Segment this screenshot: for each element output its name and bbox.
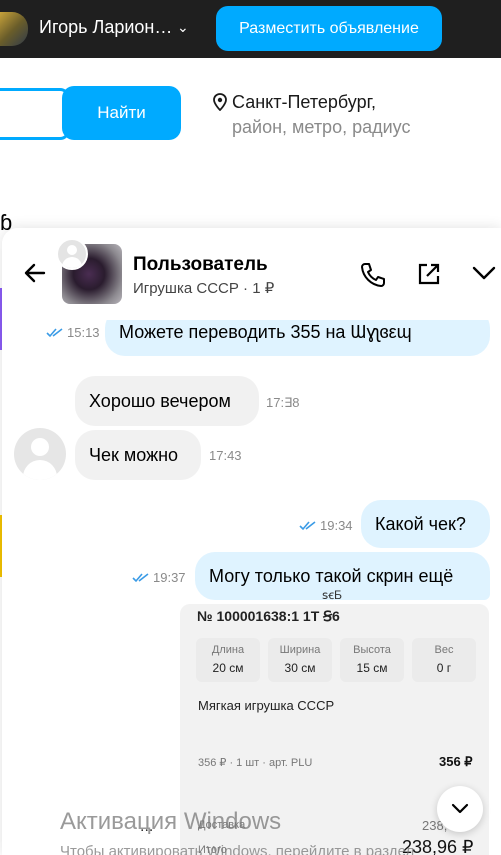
chevron-down-icon[interactable]: ⌄ — [177, 19, 189, 36]
dimension-value: 20 см — [212, 661, 244, 675]
dimension-label: Длина — [211, 644, 245, 656]
receipt-item-line: 356 ₽ · 1 шт · арт. PLU — [198, 757, 313, 769]
receipt-number: № 100001638:1 1T Ꞩ6 — [197, 608, 340, 624]
dimension-value: 30 см — [284, 661, 316, 675]
message-bubble: Чек можно — [75, 430, 201, 480]
receipt-item-title: Мягкая игрушка СССР — [198, 698, 335, 713]
message-bubble: Могу только такой скрин ещё — [195, 552, 490, 600]
double-check-icon — [132, 572, 149, 582]
phone-icon[interactable] — [359, 261, 387, 289]
message-meta: 19:34 — [299, 518, 353, 533]
dimension-cell: Вес 0 г — [412, 638, 476, 682]
message-time: 17:43 — [209, 448, 242, 463]
search-input[interactable] — [0, 88, 70, 140]
windows-activation-subtitle: Чтобы активировать Windows, перейдите в … — [60, 843, 415, 855]
chevron-down-icon[interactable] — [472, 265, 496, 281]
location-city[interactable]: Санкт-Петербург, — [232, 92, 376, 113]
message-text: Могу только такой скрин ещё — [209, 565, 454, 586]
image-caption-fragment: ꜱꞓƂ — [322, 588, 342, 602]
dimension-label: Ширина — [279, 644, 321, 656]
scroll-down-button[interactable] — [437, 786, 483, 832]
avatar[interactable] — [0, 12, 28, 46]
location-pin-icon — [213, 93, 227, 111]
search-button[interactable]: Найти — [62, 86, 181, 140]
double-check-icon — [299, 520, 316, 530]
post-ad-button[interactable]: Разместить объявление — [216, 6, 442, 51]
double-check-icon — [46, 327, 63, 337]
dimension-value: 15 см — [356, 661, 388, 675]
dimension-cell: Высота 15 см — [340, 638, 404, 682]
open-external-icon[interactable] — [416, 261, 442, 287]
dimension-label: Высота — [353, 644, 391, 656]
message-meta: 15:13 — [46, 325, 100, 340]
message-meta: 17:∃8 — [266, 395, 300, 411]
chevron-down-icon — [451, 803, 469, 814]
dimension-cell: Ширина 30 см — [268, 638, 332, 682]
message-meta: 17:43 — [209, 448, 242, 463]
user-menu-name[interactable]: Игорь Ларион… — [39, 17, 172, 38]
location-region[interactable]: район, метро, радиус — [232, 117, 410, 138]
message-time: 19:34 — [320, 518, 353, 533]
message-time: 15:13 — [67, 325, 100, 340]
dimensions-row: Длина 20 см Ширина 30 см Высота 15 см Ве… — [196, 638, 476, 682]
message-meta: 19:37 — [132, 570, 186, 585]
message-text: Можете переводить 355 на Ɯɣʅɞεɰ — [119, 321, 412, 342]
message-time: 19:37 — [153, 570, 186, 585]
chat-header: Пользователь Игрушка СССР · 1 ₽ — [2, 228, 501, 320]
receipt-item-price: 356 ₽ — [439, 754, 473, 769]
page: Игорь Ларион… ⌄ Разместить объявление На… — [0, 0, 501, 855]
message-time: 17:∃8 — [266, 395, 300, 410]
message-bubble: Хорошо вечером — [75, 376, 259, 426]
avatar — [56, 238, 88, 270]
chat-item-title[interactable]: Игрушка СССР · 1 ₽ — [133, 279, 274, 297]
message-bubble: Какой чек? — [361, 500, 490, 548]
message-text: Хорошо вечером — [89, 390, 231, 411]
dimension-cell: Длина 20 см — [196, 638, 260, 682]
avatar[interactable] — [14, 428, 66, 480]
chat-user-name[interactable]: Пользователь — [133, 254, 268, 276]
dimension-value: 0 г — [436, 661, 452, 675]
windows-activation-watermark: Активация Windows — [60, 808, 282, 835]
dimension-label: Вес — [434, 644, 454, 656]
chat-window: Пользователь Игрушка СССР · 1 ₽ 15:13 Мо… — [2, 228, 501, 855]
back-arrow-icon[interactable] — [22, 260, 48, 286]
top-bar: Игорь Ларион… ⌄ Разместить объявление — [0, 0, 501, 58]
message-text: Чек можно — [89, 444, 179, 465]
message-text: Какой чек? — [375, 513, 466, 534]
